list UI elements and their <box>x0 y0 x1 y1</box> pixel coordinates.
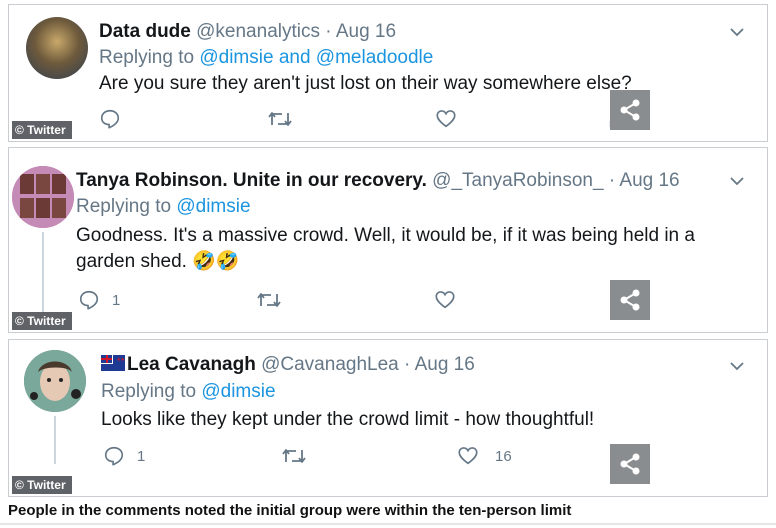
reply-icon <box>100 109 120 129</box>
avatar[interactable] <box>12 166 74 228</box>
chevron-down-icon[interactable] <box>729 358 745 374</box>
heart-icon <box>458 447 478 465</box>
mention-link[interactable]: @dimsie <box>201 381 275 402</box>
replying-prefix: Replying to <box>76 196 172 217</box>
retweet-icon <box>268 112 292 126</box>
tweet-date[interactable]: Aug 16 <box>415 354 475 375</box>
like-count: 16 <box>495 447 512 465</box>
reply-icon <box>104 446 124 466</box>
tweet-header: Tanya Robinson. Unite in our recovery. @… <box>76 170 680 192</box>
retweet-button[interactable] <box>256 289 282 311</box>
reply-button[interactable]: 1 <box>103 445 145 467</box>
author-name[interactable]: Lea Cavanagh <box>127 354 256 375</box>
twitter-credit: © Twitter <box>12 121 72 139</box>
replying-to: Replying to @dimsie <box>76 196 251 218</box>
avatar[interactable] <box>24 350 86 412</box>
share-overlay-button[interactable] <box>610 280 650 320</box>
tweet-text-line-1: Goodness. It's a massive crowd. Well, it… <box>76 225 695 246</box>
share-icon <box>620 99 640 121</box>
share-icon <box>620 289 640 311</box>
avatar[interactable] <box>26 17 88 79</box>
heart-icon <box>436 110 456 128</box>
laughing-emoji-icon: 🤣🤣 <box>192 251 240 272</box>
share-overlay-button[interactable] <box>610 90 650 130</box>
tweet-text: Are you sure they aren't just lost on th… <box>99 73 632 94</box>
avatar-image <box>24 350 86 412</box>
like-button[interactable] <box>434 289 456 311</box>
chevron-down-icon[interactable] <box>729 24 745 40</box>
image-caption: People in the comments noted the initial… <box>8 502 572 519</box>
tweet-header: Lea Cavanagh @CavanaghLea · Aug 16 <box>101 354 475 376</box>
avatar-image <box>12 166 74 228</box>
reply-button[interactable]: 1 <box>78 289 120 311</box>
separator-dot: · <box>404 354 411 375</box>
divider <box>0 523 776 525</box>
separator-dot: · <box>325 21 332 42</box>
thread-line <box>54 416 56 464</box>
tweet-text-line-2: garden shed. 🤣🤣 <box>76 249 240 275</box>
author-name[interactable]: Data dude <box>99 21 191 42</box>
twitter-credit: © Twitter <box>12 476 72 494</box>
retweet-button[interactable] <box>267 108 293 130</box>
reply-button[interactable] <box>99 108 121 130</box>
mention-link[interactable]: @dimsie and @meladoodle <box>199 47 433 68</box>
retweet-icon <box>282 449 306 463</box>
heart-icon <box>435 291 455 309</box>
tweet-card[interactable]: Tanya Robinson. Unite in our recovery. @… <box>8 147 768 333</box>
author-handle[interactable]: @_TanyaRobinson_ <box>432 170 603 191</box>
reply-count: 1 <box>112 291 121 309</box>
replying-prefix: Replying to <box>99 47 195 68</box>
new-zealand-flag-icon <box>101 355 125 371</box>
tweet-actions <box>99 108 659 132</box>
tweet-actions: 1 16 <box>103 445 663 469</box>
reply-icon <box>79 290 99 310</box>
share-overlay-button[interactable] <box>610 444 650 484</box>
twitter-credit: © Twitter <box>12 312 72 330</box>
like-button[interactable]: 16 <box>457 445 512 467</box>
replying-to: Replying to @dimsie and @meladoodle <box>99 47 433 69</box>
separator-dot: · <box>608 170 616 191</box>
retweet-icon <box>257 293 281 307</box>
reply-count: 1 <box>137 447 146 465</box>
tweet-header: Data dude @kenanalytics · Aug 16 <box>99 21 396 43</box>
tweet-date[interactable]: Aug 16 <box>336 21 396 42</box>
tweet-card[interactable]: Data dude @kenanalytics · Aug 16 Replyin… <box>8 4 768 142</box>
tweet-card[interactable]: Lea Cavanagh @CavanaghLea · Aug 16 Reply… <box>8 339 768 497</box>
tweet-text: Looks like they kept under the crowd lim… <box>101 409 595 430</box>
replying-prefix: Replying to <box>101 381 197 402</box>
replying-to: Replying to @dimsie <box>101 381 276 403</box>
chevron-down-icon[interactable] <box>729 173 745 189</box>
tweet-actions: 1 <box>78 289 638 313</box>
author-handle[interactable]: @kenanalytics <box>196 21 320 42</box>
tweet-date[interactable]: Aug 16 <box>619 170 679 191</box>
author-name[interactable]: Tanya Robinson. Unite in our recovery. <box>76 170 427 191</box>
mention-link[interactable]: @dimsie <box>176 196 250 217</box>
like-button[interactable] <box>435 108 457 130</box>
retweet-button[interactable] <box>281 445 307 467</box>
thread-line <box>42 232 44 314</box>
share-icon <box>620 453 640 475</box>
author-handle[interactable]: @CavanaghLea <box>261 354 399 375</box>
tweet-text-line-2-text: garden shed. <box>76 251 187 272</box>
